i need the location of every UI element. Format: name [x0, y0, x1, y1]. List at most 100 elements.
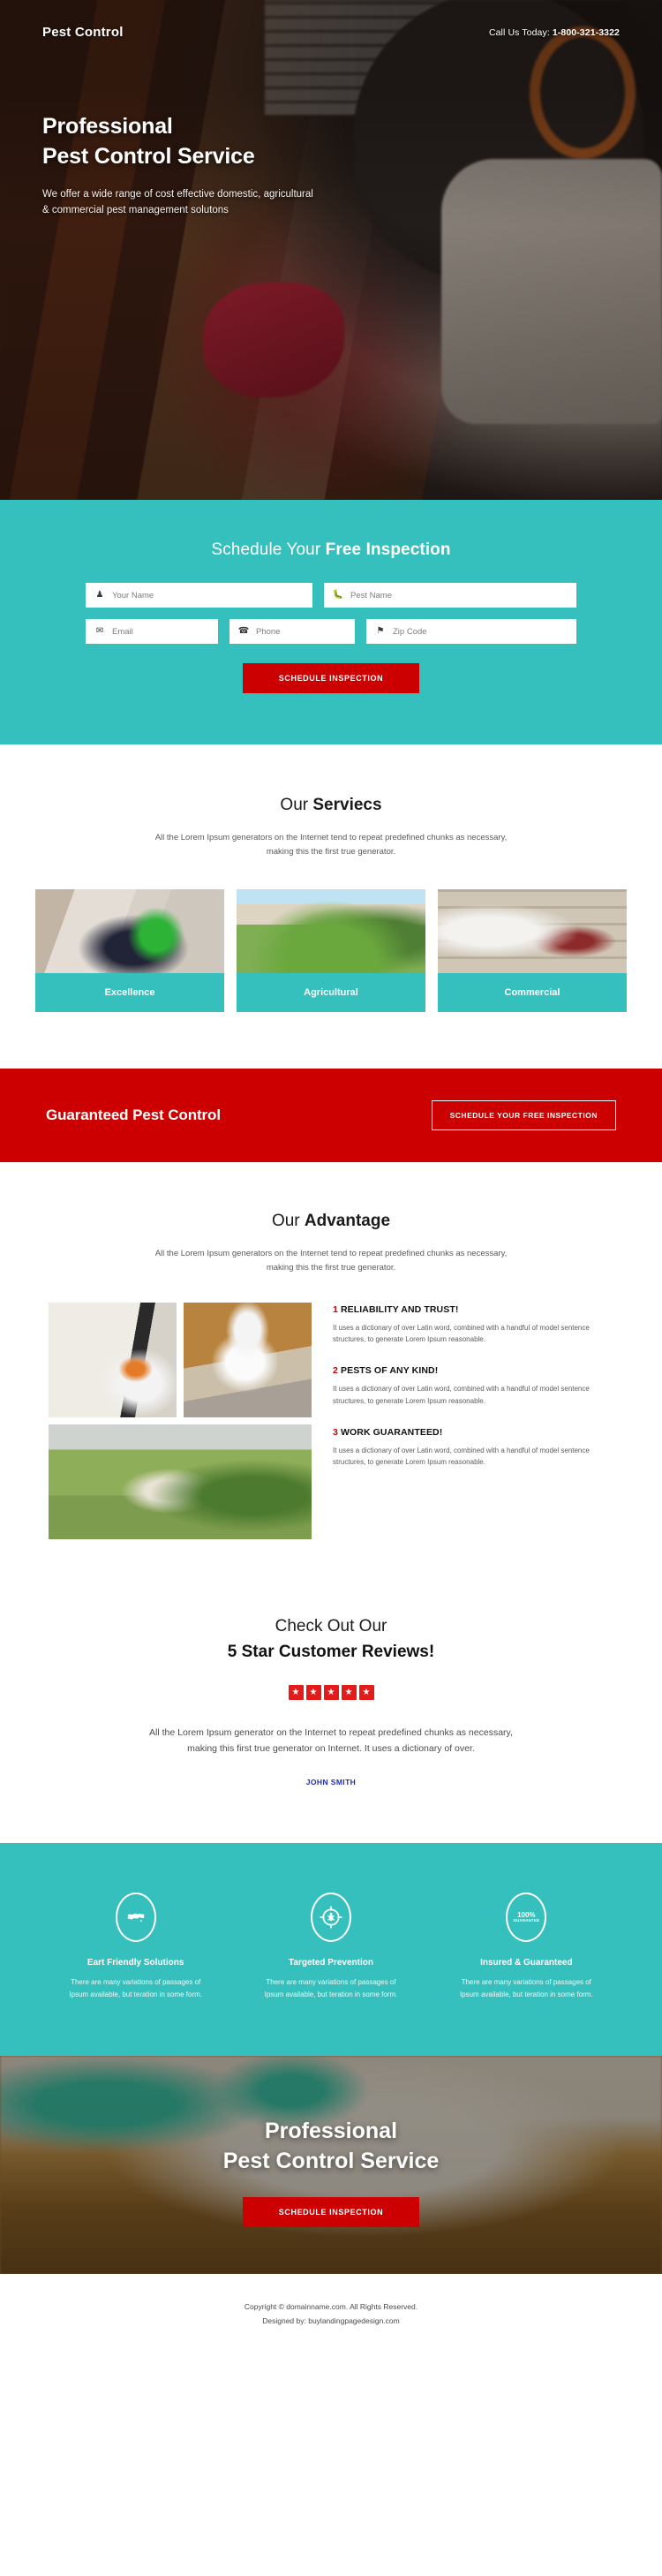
your-name-input[interactable]: ♟ Your Name — [86, 583, 312, 608]
hero-title-line-1: Professional — [42, 114, 173, 139]
hero-copy: Professional Pest Control Service We off… — [0, 40, 415, 219]
service-image-agricultural — [237, 889, 425, 974]
schedule-free-inspection-button[interactable]: SCHEDULE YOUR FREE INSPECTION — [431, 1100, 616, 1131]
zip-code-placeholder: Zip Code — [393, 626, 427, 637]
feature-eart-friendly-solutions: Eart Friendly Solutions There are many v… — [49, 1892, 222, 2001]
phone-number[interactable]: 1-800-321-3322 — [553, 27, 620, 38]
user-icon: ♟ — [95, 590, 104, 600]
envelope-icon: ✉ — [95, 626, 104, 636]
hero-title: Professional Pest Control Service — [42, 112, 372, 171]
top-bar: Pest Control Call Us Today: 1-800-321-33… — [0, 0, 662, 40]
advantage-image-lawn-spraying — [49, 1424, 312, 1539]
phone-placeholder: Phone — [256, 626, 281, 637]
hero-title-line-2: Pest Control Service — [42, 143, 255, 169]
services-section: Our Serviecs All the Lorem Ipsum generat… — [0, 744, 662, 1069]
services-card-list: Excellence Agricultural Commercial — [35, 889, 627, 1013]
advantage-item-3-title: WORK GUARANTEED! — [340, 1426, 443, 1438]
form-heading: Schedule Your Free Inspection — [0, 540, 662, 560]
globe-icon — [115, 1892, 156, 1943]
footer: Copyright © domainname.com. All Rights R… — [0, 2274, 662, 2361]
advantage-item-3-heading: 3 WORK GUARANTEED! — [333, 1427, 613, 1438]
guarantee-label: GUARANTEE — [513, 1918, 540, 1923]
form-heading-normal: Schedule Your — [211, 540, 326, 559]
pest-name-placeholder: Pest Name — [350, 590, 392, 601]
hero-section: Pest Control Call Us Today: 1-800-321-33… — [0, 0, 662, 500]
star-icon: ★ — [305, 1684, 321, 1700]
bottom-cta-section: Professional Pest Control Service SCHEDU… — [0, 2056, 662, 2275]
bottom-cta-title-line-2: Pest Control Service — [222, 2149, 440, 2174]
your-name-placeholder: Your Name — [112, 590, 154, 601]
feature-3-body: There are many variations of passages of… — [459, 1978, 593, 1999]
advantage-subtitle: All the Lorem Ipsum generators on the In… — [154, 1249, 508, 1273]
review-text: All the Lorem Ipsum generator on the Int… — [149, 1726, 513, 1754]
call-us-today[interactable]: Call Us Today: 1-800-321-3322 — [489, 27, 620, 38]
advantage-section: Our Advantage All the Lorem Ipsum genera… — [0, 1162, 662, 1587]
advantage-item-2-title: PESTS OF ANY KIND! — [340, 1365, 439, 1377]
guarantee-badge-text: 100% GUARANTEE — [513, 1911, 540, 1923]
phone-prefix-label: Call Us Today: — [488, 26, 553, 38]
landing-page: Pest Control Call Us Today: 1-800-321-33… — [0, 0, 662, 2361]
brand-logo[interactable]: Pest Control — [42, 25, 124, 40]
feature-insured-guaranteed: 100% GUARANTEE Insured & Guaranteed Ther… — [440, 1892, 613, 2001]
copyright-line: Copyright © domainname.com. All Rights R… — [244, 2302, 418, 2312]
phone-input[interactable]: ☎ Phone — [229, 619, 355, 644]
services-title-normal: Our — [280, 796, 313, 814]
advantage-image-sprayer — [49, 1302, 177, 1417]
feature-3-heading: Insured & Guaranteed — [480, 1958, 573, 1968]
hero-red-cloth — [203, 283, 344, 397]
feature-2-heading: Targeted Prevention — [289, 1958, 373, 1968]
bottom-cta-title-line-1: Professional — [264, 2119, 398, 2144]
service-card-commercial[interactable]: Commercial — [438, 889, 627, 1013]
star-icon: ★ — [341, 1684, 357, 1700]
inspection-form: ♟ Your Name 🐛 Pest Name ✉ Email ☎ Phone — [86, 583, 576, 693]
guarantee-badge-icon: 100% GUARANTEE — [506, 1892, 547, 1943]
advantage-grid: 1 RELIABILITY AND TRUST! It uses a dicti… — [49, 1302, 613, 1539]
feature-1-body: There are many variations of passages of… — [69, 1978, 203, 1999]
map-pin-icon: ⚑ — [376, 626, 385, 636]
bottom-schedule-inspection-button[interactable]: SCHEDULE INSPECTION — [243, 2197, 419, 2228]
form-row-1: ♟ Your Name 🐛 Pest Name — [86, 583, 576, 608]
star-icon: ★ — [358, 1684, 374, 1700]
advantage-item-2-body: It uses a dictionary of over Latin word,… — [333, 1385, 590, 1405]
email-input[interactable]: ✉ Email — [86, 619, 218, 644]
advantage-gallery — [49, 1302, 312, 1539]
advantage-item-1-number: 1 — [333, 1303, 338, 1315]
reviews-line-2: 5 Star Customer Reviews! — [227, 1642, 435, 1661]
advantage-gallery-top-row — [49, 1302, 312, 1417]
advantage-item-3-number: 3 — [333, 1426, 338, 1438]
advantage-item-3: 3 WORK GUARANTEED! It uses a dictionary … — [333, 1427, 613, 1469]
star-icon: ★ — [288, 1684, 304, 1700]
advantage-item-2-heading: 2 PESTS OF ANY KIND! — [333, 1365, 613, 1376]
service-image-excellence — [35, 889, 224, 974]
guaranteed-banner: Guaranteed Pest Control SCHEDULE YOUR FR… — [0, 1069, 662, 1163]
review-author: JOHN SMITH — [305, 1778, 357, 1787]
designed-by-line: Designed by: buylandingpagedesign.com — [262, 2316, 400, 2326]
pest-name-input[interactable]: 🐛 Pest Name — [324, 583, 576, 608]
advantage-image-insulation-worker — [184, 1302, 312, 1417]
features-grid: Eart Friendly Solutions There are many v… — [49, 1892, 613, 2001]
hero-subtitle: We offer a wide range of cost effective … — [42, 189, 313, 215]
form-heading-bold: Free Inspection — [325, 540, 451, 559]
inspection-form-section: Schedule Your Free Inspection ♟ Your Nam… — [0, 500, 662, 744]
zip-code-input[interactable]: ⚑ Zip Code — [366, 619, 576, 644]
service-card-agricultural[interactable]: Agricultural — [237, 889, 425, 1013]
bug-icon: 🐛 — [332, 590, 344, 600]
form-submit-row: SCHEDULE INSPECTION — [86, 663, 576, 693]
feature-targeted-prevention: Targeted Prevention There are many varia… — [244, 1892, 418, 2001]
star-rating: ★ ★ ★ ★ ★ — [0, 1684, 662, 1700]
advantage-item-2-number: 2 — [333, 1365, 338, 1377]
star-icon: ★ — [323, 1684, 339, 1700]
phone-icon: ☎ — [237, 626, 250, 636]
services-title: Our Serviecs — [0, 796, 662, 815]
advantage-item-3-body: It uses a dictionary of over Latin word,… — [333, 1446, 590, 1467]
advantage-item-2: 2 PESTS OF ANY KIND! It uses a dictionar… — [333, 1365, 613, 1408]
bottom-cta-content: Professional Pest Control Service SCHEDU… — [0, 2056, 662, 2228]
schedule-inspection-button[interactable]: SCHEDULE INSPECTION — [243, 663, 419, 693]
target-bug-icon — [310, 1892, 351, 1943]
advantage-title-bold: Advantage — [304, 1212, 391, 1231]
service-label-excellence: Excellence — [35, 973, 224, 1013]
services-subtitle: All the Lorem Ipsum generators on the In… — [154, 833, 508, 857]
features-section: Eart Friendly Solutions There are many v… — [0, 1843, 662, 2057]
service-card-excellence[interactable]: Excellence — [35, 889, 224, 1013]
guaranteed-banner-heading: Guaranteed Pest Control — [46, 1107, 221, 1124]
